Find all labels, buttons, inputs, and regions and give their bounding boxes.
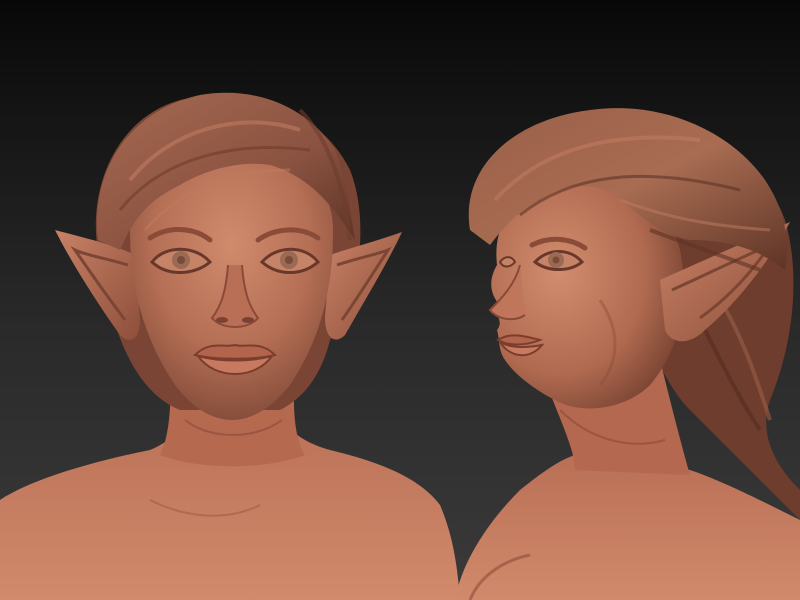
sculpt-render xyxy=(0,92,800,600)
viewport xyxy=(0,0,800,600)
side-far-eye xyxy=(498,256,517,268)
side-torso xyxy=(455,455,800,600)
front-view-bust xyxy=(0,92,460,600)
three-quarter-view-bust xyxy=(455,108,800,600)
